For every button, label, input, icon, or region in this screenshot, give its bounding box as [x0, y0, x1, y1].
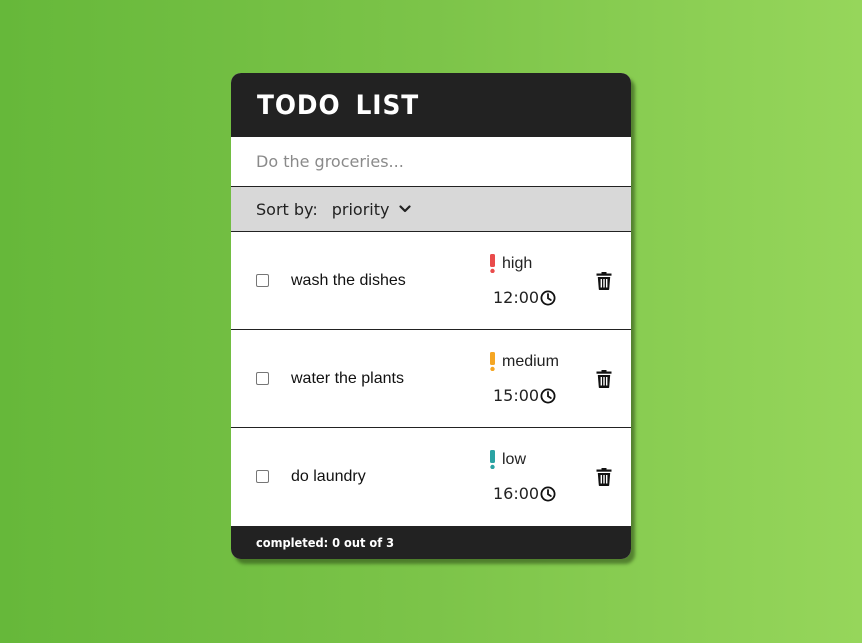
priority-indicator: low [490, 450, 526, 469]
todo-time: 12:00 [493, 288, 556, 307]
exclamation-icon [490, 254, 495, 273]
time-label: 16:00 [493, 484, 540, 503]
todo-checkbox[interactable] [256, 274, 269, 287]
todo-item: wash the dishes high 12:00 [231, 232, 631, 330]
todo-checkbox[interactable] [256, 372, 269, 385]
exclamation-icon [490, 352, 495, 371]
exclamation-icon [490, 450, 495, 469]
new-todo-input[interactable] [231, 137, 631, 186]
todo-text: water the plants [291, 370, 404, 387]
completed-count: completed: 0 out of 3 [256, 535, 395, 550]
priority-indicator: medium [490, 352, 559, 371]
page-title: TODO LIST [257, 89, 420, 121]
trash-icon[interactable] [596, 468, 612, 486]
sort-selected-value: priority [331, 199, 390, 219]
priority-label: medium [502, 352, 559, 370]
todo-item: do laundry low 16:00 [231, 428, 631, 525]
clock-icon [540, 290, 556, 306]
todo-text: wash the dishes [291, 272, 406, 289]
new-todo-bar [231, 137, 631, 187]
todo-text: do laundry [291, 468, 366, 485]
todo-checkbox[interactable] [256, 470, 269, 483]
sort-select[interactable]: priority [332, 200, 412, 219]
chevron-down-icon [399, 205, 412, 213]
todo-footer: completed: 0 out of 3 [231, 526, 631, 559]
priority-indicator: high [490, 254, 532, 273]
priority-label: high [502, 254, 533, 272]
todo-item: water the plants medium 15:00 [231, 330, 631, 428]
time-label: 15:00 [493, 386, 540, 405]
todo-time: 15:00 [493, 386, 556, 405]
clock-icon [540, 486, 556, 502]
todo-time: 16:00 [493, 484, 556, 503]
clock-icon [540, 388, 556, 404]
todo-card: TODO LIST Sort by: priority wash the dis… [231, 73, 631, 559]
trash-icon[interactable] [596, 272, 612, 290]
sort-label: Sort by: [256, 199, 318, 219]
sort-bar: Sort by: priority [231, 187, 631, 232]
time-label: 12:00 [493, 288, 540, 307]
todo-header: TODO LIST [231, 73, 631, 137]
priority-label: low [502, 450, 527, 468]
trash-icon[interactable] [596, 370, 612, 388]
